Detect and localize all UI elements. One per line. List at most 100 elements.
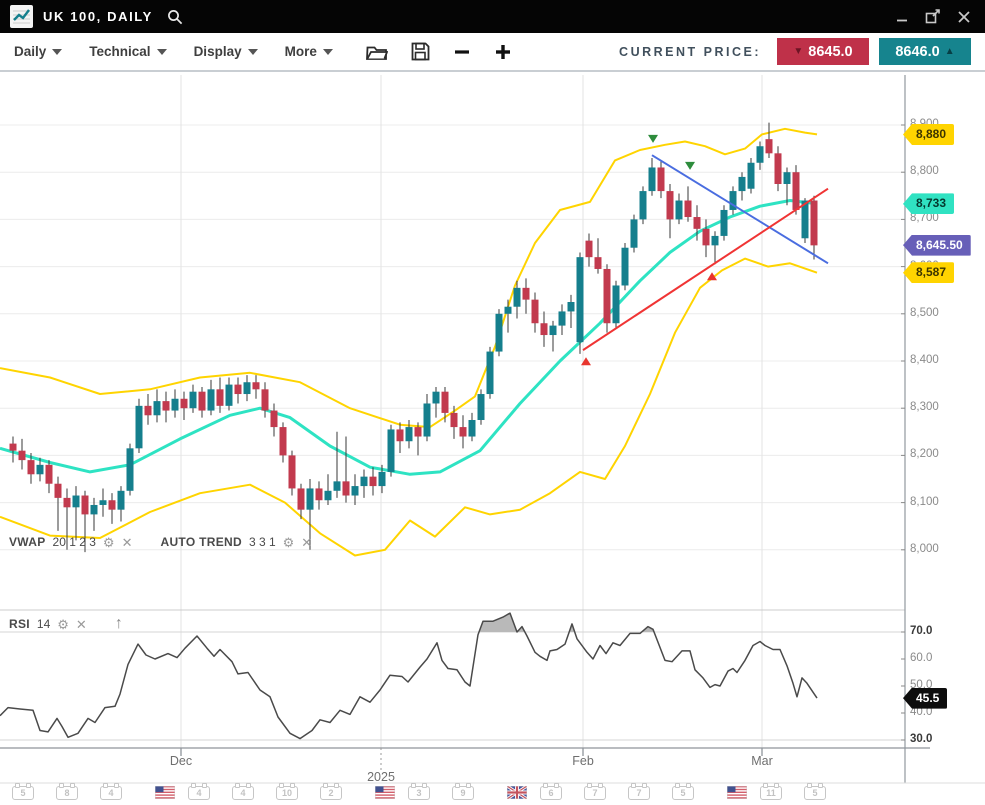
- gear-icon[interactable]: ⚙: [57, 618, 69, 631]
- move-indicator-up-icon[interactable]: ↑: [115, 616, 123, 632]
- calendar-icon[interactable]: 7: [584, 786, 606, 800]
- candle[interactable]: [217, 378, 224, 413]
- zoom-in-icon[interactable]: [494, 43, 512, 61]
- calendar-icon[interactable]: 5: [672, 786, 694, 800]
- candle[interactable]: [181, 392, 188, 420]
- candle[interactable]: [118, 486, 125, 521]
- candle[interactable]: [424, 394, 431, 441]
- open-folder-icon[interactable]: [366, 43, 388, 61]
- candle[interactable]: [712, 231, 719, 264]
- candle[interactable]: [253, 375, 260, 399]
- candle[interactable]: [568, 295, 575, 328]
- candle[interactable]: [154, 389, 161, 422]
- candle[interactable]: [109, 493, 116, 524]
- popout-window-button[interactable]: [925, 9, 941, 24]
- candle[interactable]: [577, 252, 584, 353]
- candle[interactable]: [127, 444, 134, 496]
- candle[interactable]: [397, 422, 404, 453]
- close-icon[interactable]: [957, 10, 971, 24]
- candle[interactable]: [559, 304, 566, 335]
- candle[interactable]: [325, 474, 332, 505]
- calendar-icon[interactable]: 5: [804, 786, 826, 800]
- calendar-icon[interactable]: 4: [100, 786, 122, 800]
- calendar-icon[interactable]: 4: [188, 786, 210, 800]
- calendar-icon[interactable]: 9: [452, 786, 474, 800]
- chart-canvas[interactable]: [0, 72, 985, 805]
- candle[interactable]: [163, 392, 170, 423]
- candle[interactable]: [658, 160, 665, 198]
- candle[interactable]: [361, 470, 368, 498]
- candle[interactable]: [685, 186, 692, 221]
- candle[interactable]: [550, 321, 557, 352]
- candle[interactable]: [487, 347, 494, 399]
- candle[interactable]: [235, 378, 242, 404]
- candle[interactable]: [433, 387, 440, 418]
- candle[interactable]: [46, 460, 53, 493]
- candle[interactable]: [442, 387, 449, 422]
- candle[interactable]: [541, 311, 548, 346]
- candle[interactable]: [703, 219, 710, 257]
- candle[interactable]: [775, 146, 782, 191]
- close-icon[interactable]: ✕: [301, 536, 312, 549]
- candle[interactable]: [496, 309, 503, 356]
- candle[interactable]: [631, 215, 638, 253]
- candle[interactable]: [100, 488, 107, 516]
- timeframe-menu[interactable]: Daily: [14, 44, 62, 59]
- candle[interactable]: [730, 186, 737, 214]
- candle[interactable]: [460, 415, 467, 448]
- calendar-icon[interactable]: 4: [232, 786, 254, 800]
- candle[interactable]: [595, 238, 602, 273]
- candle[interactable]: [334, 432, 341, 498]
- more-menu[interactable]: More: [285, 44, 333, 59]
- candle[interactable]: [352, 474, 359, 505]
- buy-price-button[interactable]: 8646.0 ▲: [879, 38, 971, 65]
- candle[interactable]: [523, 278, 530, 313]
- candle[interactable]: [388, 425, 395, 477]
- candle[interactable]: [766, 123, 773, 158]
- candle[interactable]: [649, 158, 656, 196]
- candle[interactable]: [811, 196, 818, 260]
- candle[interactable]: [280, 422, 287, 462]
- candle[interactable]: [199, 387, 206, 418]
- candle[interactable]: [586, 234, 593, 267]
- candle[interactable]: [748, 158, 755, 193]
- trendline-red[interactable]: [583, 189, 828, 350]
- zoom-out-icon[interactable]: [453, 43, 471, 61]
- candle[interactable]: [73, 486, 80, 540]
- candle[interactable]: [613, 281, 620, 328]
- candle[interactable]: [370, 467, 377, 495]
- minimize-button[interactable]: [896, 10, 909, 23]
- close-icon[interactable]: ✕: [76, 618, 87, 631]
- candle[interactable]: [208, 380, 215, 415]
- candle[interactable]: [640, 186, 647, 224]
- calendar-icon[interactable]: 7: [628, 786, 650, 800]
- calendar-icon[interactable]: 11: [760, 786, 782, 800]
- candle[interactable]: [478, 389, 485, 424]
- save-icon[interactable]: [411, 42, 430, 61]
- calendar-icon[interactable]: 8: [56, 786, 78, 800]
- calendar-icon[interactable]: 6: [540, 786, 562, 800]
- candle[interactable]: [19, 439, 26, 470]
- candle[interactable]: [532, 293, 539, 333]
- candle[interactable]: [343, 437, 350, 503]
- candle[interactable]: [739, 172, 746, 200]
- close-icon[interactable]: ✕: [122, 536, 133, 549]
- candle[interactable]: [289, 451, 296, 496]
- candle[interactable]: [172, 389, 179, 417]
- gear-icon[interactable]: ⚙: [103, 536, 115, 549]
- candle[interactable]: [667, 184, 674, 238]
- sell-price-button[interactable]: ▼ 8645.0: [777, 38, 869, 65]
- candle[interactable]: [721, 205, 728, 240]
- gear-icon[interactable]: ⚙: [283, 536, 295, 549]
- candle[interactable]: [316, 481, 323, 509]
- candle[interactable]: [10, 437, 17, 463]
- search-icon[interactable]: [167, 9, 183, 25]
- calendar-icon[interactable]: 3: [408, 786, 430, 800]
- display-menu[interactable]: Display: [194, 44, 258, 59]
- candle[interactable]: [226, 378, 233, 411]
- candle[interactable]: [145, 394, 152, 425]
- calendar-icon[interactable]: 5: [12, 786, 34, 800]
- candle[interactable]: [262, 382, 269, 417]
- calendar-icon[interactable]: 10: [276, 786, 298, 800]
- candle[interactable]: [244, 375, 251, 401]
